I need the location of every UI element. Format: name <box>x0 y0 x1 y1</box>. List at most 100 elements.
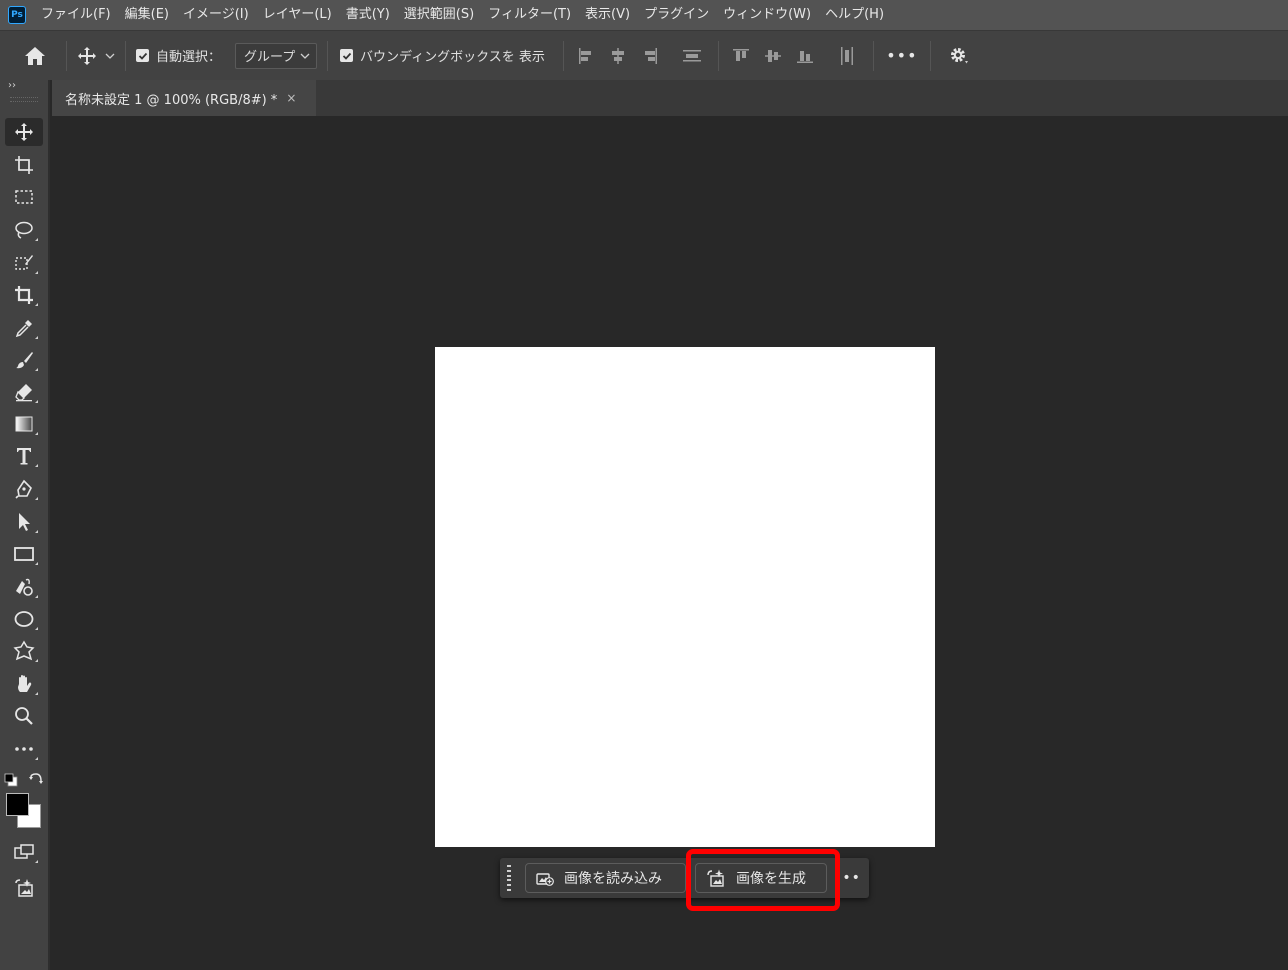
more-icon: ••• <box>886 46 918 65</box>
rectangle-tool[interactable] <box>5 540 43 568</box>
swap-colors-button[interactable] <box>28 771 44 787</box>
distribute-horizontal-button[interactable] <box>831 31 863 81</box>
menu-edit[interactable]: 編集(E) <box>118 0 176 30</box>
align-vertical-center-button[interactable] <box>757 31 789 81</box>
gradient-icon <box>15 416 33 432</box>
distribute-vertical-button[interactable] <box>676 31 708 81</box>
artboard-tool[interactable] <box>5 151 43 179</box>
tool-flyout-indicator <box>35 562 38 565</box>
lasso-tool[interactable] <box>5 216 43 244</box>
screen-mode-button[interactable] <box>5 838 43 866</box>
marquee-icon <box>15 190 33 204</box>
more-icon <box>15 747 33 751</box>
menu-type[interactable]: 書式(Y) <box>339 0 397 30</box>
chevron-down-icon <box>300 53 310 59</box>
custom-shape-icon <box>13 640 35 661</box>
panel-collapse-toggle[interactable]: ›› <box>8 80 16 91</box>
artboard-icon <box>15 156 33 174</box>
auto-select-mode-value: グループ <box>244 50 296 65</box>
divider <box>929 40 931 71</box>
eraser-tool[interactable] <box>5 378 43 406</box>
taskbar-drag-handle[interactable] <box>504 865 514 891</box>
import-image-button[interactable]: 画像を読み込み <box>525 863 686 893</box>
checkmark-icon <box>138 52 147 60</box>
panel-grip[interactable] <box>10 97 38 102</box>
import-image-icon <box>536 873 554 886</box>
bounding-box-label: バウンディングボックスを 表示 <box>360 50 545 65</box>
divider <box>872 40 874 71</box>
import-image-label: 画像を読み込み <box>564 871 662 887</box>
hand-tool[interactable] <box>5 670 43 698</box>
align-bottom-icon <box>796 50 813 63</box>
align-horizontal-center-button[interactable] <box>602 31 634 81</box>
type-tool[interactable] <box>5 442 43 470</box>
tools-panel: ›› <box>0 80 50 970</box>
document-canvas[interactable] <box>435 347 935 847</box>
generate-image-tool[interactable] <box>5 874 43 902</box>
menu-image[interactable]: イメージ(I) <box>176 0 256 30</box>
tool-flyout-indicator <box>35 595 38 598</box>
menu-plugins[interactable]: プラグイン <box>637 0 716 30</box>
ellipse-tool[interactable] <box>5 605 43 633</box>
foreground-color-swatch[interactable] <box>6 793 29 816</box>
zoom-tool[interactable] <box>5 702 43 730</box>
align-right-button[interactable] <box>634 31 666 81</box>
auto-select-label: 自動選択： <box>156 50 222 65</box>
eyedropper-icon <box>15 320 32 338</box>
paint-bucket-icon <box>16 578 33 596</box>
menu-file[interactable]: ファイル(F) <box>34 0 118 30</box>
chevron-down-icon <box>105 53 115 59</box>
tool-flyout-indicator <box>35 400 38 403</box>
tool-flyout-indicator <box>35 757 38 760</box>
tool-flyout-indicator <box>35 464 38 467</box>
align-top-button[interactable] <box>725 31 757 81</box>
close-icon[interactable]: × <box>286 91 296 105</box>
menu-window[interactable]: ウィンドウ(W) <box>716 0 818 30</box>
default-colors-button[interactable] <box>4 772 18 787</box>
screen-mode-icon <box>14 844 34 859</box>
menu-select[interactable]: 選択範囲(S) <box>397 0 481 30</box>
auto-select-checkbox[interactable] <box>136 49 149 62</box>
edit-toolbar-button[interactable] <box>5 735 43 763</box>
distribute-icon <box>682 49 701 61</box>
pen-tool[interactable] <box>5 475 43 503</box>
auto-select-mode-dropdown[interactable]: グループ <box>235 42 318 69</box>
rectangular-marquee-tool[interactable] <box>5 183 43 211</box>
tool-flyout-indicator <box>35 336 38 339</box>
menu-layer[interactable]: レイヤー(L) <box>256 0 339 30</box>
highlight-annotation-box <box>686 849 840 911</box>
paint-bucket-tool[interactable] <box>5 573 43 601</box>
object-selection-tool[interactable] <box>5 249 43 277</box>
bounding-box-checkbox[interactable] <box>340 49 354 62</box>
gradient-tool[interactable] <box>5 410 43 438</box>
more-options-button[interactable]: ••• <box>880 31 924 81</box>
divider <box>717 40 719 71</box>
menu-view[interactable]: 表示(V) <box>578 0 637 30</box>
custom-shape-tool[interactable] <box>5 637 43 665</box>
move-tool[interactable] <box>5 118 43 146</box>
default-colors-icon <box>4 773 18 787</box>
settings-button[interactable] <box>937 31 981 81</box>
ellipse-icon <box>14 611 34 627</box>
swap-arrows-icon <box>29 773 43 784</box>
menu-help[interactable]: ヘルプ(H) <box>818 0 891 30</box>
divider <box>327 40 329 71</box>
move-icon <box>78 46 96 65</box>
align-center-icon <box>611 47 624 64</box>
align-left-button[interactable] <box>570 31 602 81</box>
document-tab-title: 名称未設定 1 @ 100% (RGB/8#) * <box>65 92 278 108</box>
document-tab[interactable]: 名称未設定 1 @ 100% (RGB/8#) * × <box>52 80 316 116</box>
generate-image-icon <box>15 879 33 897</box>
arrow-cursor-icon <box>19 513 30 531</box>
eyedropper-tool[interactable] <box>5 314 43 342</box>
brush-tool[interactable] <box>5 346 43 374</box>
photoshop-logo: Ps <box>8 6 26 24</box>
home-button[interactable] <box>0 31 70 81</box>
crop-tool[interactable] <box>5 281 43 309</box>
move-tool-preset-button[interactable] <box>73 31 119 81</box>
crop-icon <box>15 286 33 304</box>
align-left-icon <box>578 47 591 64</box>
align-bottom-button[interactable] <box>789 31 821 81</box>
path-selection-tool[interactable] <box>5 508 43 536</box>
menu-filter[interactable]: フィルター(T) <box>481 0 578 30</box>
